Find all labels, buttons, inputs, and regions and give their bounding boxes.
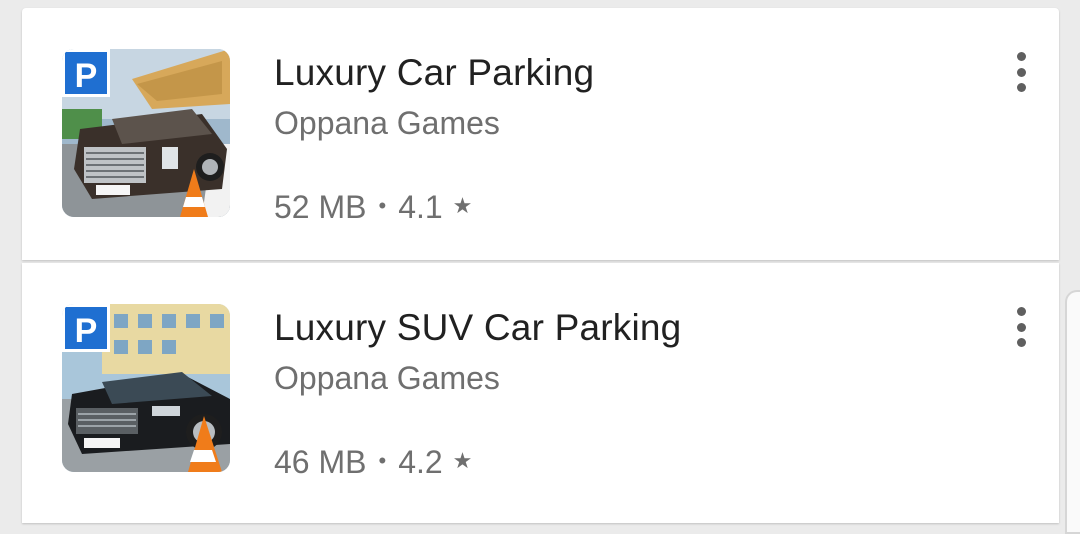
app-title[interactable]: Luxury Car Parking (274, 52, 594, 94)
app-card-luxury-suv-car-parking[interactable]: P Luxury SUV Car Parking Oppana Games 46… (22, 263, 1059, 523)
app-results-list: P Luxury Car Parking Oppana Games 52 MB … (22, 8, 1059, 523)
svg-text:P: P (75, 57, 98, 95)
app-developer[interactable]: Oppana Games (274, 360, 500, 397)
app-thumbnail[interactable]: P (62, 304, 230, 472)
svg-text:P: P (75, 312, 98, 350)
app-thumbnail[interactable]: P (62, 49, 230, 217)
star-icon: ★ (452, 192, 473, 218)
star-icon: ★ (452, 447, 473, 473)
app-card-luxury-car-parking[interactable]: P Luxury Car Parking Oppana Games 52 MB … (22, 8, 1059, 260)
app-size: 52 MB (274, 189, 367, 225)
separator-dot: • (378, 447, 387, 473)
overflow-menu-icon[interactable] (1009, 307, 1033, 347)
side-panel-edge (1065, 290, 1080, 534)
app-developer[interactable]: Oppana Games (274, 105, 500, 142)
suv-parking-thumbnail-icon: P (62, 304, 230, 472)
separator-dot: • (378, 192, 387, 218)
app-title[interactable]: Luxury SUV Car Parking (274, 307, 681, 349)
app-rating: 4.2 (398, 444, 443, 480)
app-rating: 4.1 (398, 189, 443, 225)
overflow-menu-icon[interactable] (1009, 52, 1033, 92)
app-meta: 46 MB • 4.2 ★ (274, 444, 472, 481)
app-meta: 52 MB • 4.1 ★ (274, 189, 472, 226)
car-parking-thumbnail-icon: P (62, 49, 230, 217)
app-size: 46 MB (274, 444, 367, 480)
